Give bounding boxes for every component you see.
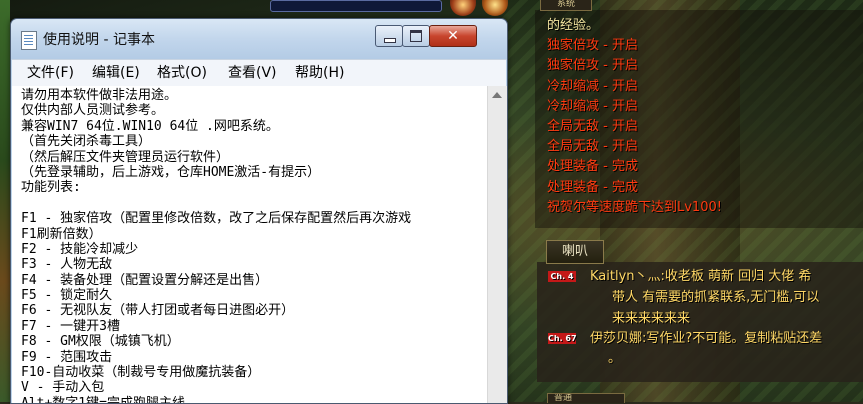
text-editor[interactable]: 请勿用本软件做非法用途。 仅供内部人员测试参考。 兼容WIN7 64位.WIN10 … [12,86,487,403]
document-line: 功能列表: [21,180,81,196]
notepad-icon [21,31,37,50]
system-message-line: 全局无敌 - 开启 [547,139,638,155]
document-line: （首先关闭杀毒工具） [21,134,152,150]
hud-bar[interactable] [270,0,442,12]
menu-edit[interactable]: 编辑(E) [92,64,140,82]
system-message-line: 处理装备 - 完成 [547,159,638,175]
close-button[interactable]: ✕ [429,25,477,47]
document-line: F6 - 无视队友（带人打团或者每日进图必开） [21,303,295,319]
system-message-line: 的经验。 [547,18,600,33]
menu-help[interactable]: 帮助(H) [295,64,344,82]
document-line: F9 - 范围攻击 [21,349,113,365]
system-message-line: 独家倍攻 - 开启 [547,58,638,74]
system-message-list: 的经验。独家倍攻 - 开启 独家倍攻 - 开启 冷却缩减 - 开启 冷却缩减 - 开启… [547,16,863,218]
document-line: V - 手动入包 [21,380,105,396]
system-message-line: 祝贺尔等速度跪下达到Lv100! [547,199,722,215]
menu-format[interactable]: 格式(O) [157,64,207,82]
maximize-icon [410,30,422,42]
channel-badge: Ch. 67 [548,333,577,344]
document-line: （然后解压文件夹管理员运行软件） [21,149,230,165]
system-message-line: 独家倍攻 - 开启 [547,38,638,54]
system-message-line: 处理装备 - 完成 [547,179,638,195]
vertical-scrollbar[interactable] [487,86,507,403]
document-line: （先登录辅助，后上游戏，仓库HOME激活-有提示） [21,164,321,180]
document-line: F1刷新倍数） [21,226,102,242]
document-line: F7 - 一键开3槽 [21,318,120,334]
document-line: F2 - 技能冷却减少 [21,241,139,257]
document-line: F5 - 锁定耐久 [21,288,113,304]
title-bar[interactable]: 使用说明 - 记事本 ✕ [11,19,507,59]
document-lines: 请勿用本软件做非法用途。 仅供内部人员测试参考。 兼容WIN7 64位.WIN10 … [21,88,411,403]
maximize-button[interactable] [402,25,430,47]
hud-orb-icon[interactable] [450,0,476,16]
horn-message-text: 伊莎贝娜:写作业?不可能。复制粘贴还差 [590,331,823,346]
horn-message-continuation: 来来来来来来 [612,311,691,326]
horn-message-continuation: 带人 有需要的抓紧联系,无门槛,可以 [612,290,820,305]
game-edge-strip [0,0,10,402]
document-line: F1 - 独家倍攻（配置里修改倍数，改了之后保存配置然后再次游戏 [21,211,412,227]
document-line: F10-自动收菜（制裁号专用做魔抗装备） [21,365,261,381]
hud-orb-icon[interactable] [482,0,508,16]
horn-tab[interactable]: 喇叭 [546,240,604,264]
document-line: 兼容WIN7 64位.WIN10 64位 .网吧系统。 [21,118,279,134]
menu-file[interactable]: 文件(F) [27,64,74,82]
horn-message: Ch. 67 伊莎贝娜:写作业?不可能。复制粘贴还差 [548,329,822,349]
menu-bar: 文件(F) 编辑(E) 格式(O) 查看(V) 帮助(H) [12,59,506,87]
system-message-line: 冷却缩减 - 开启 [547,78,638,94]
document-line: F4 - 装备处理（配置设置分解还是出售） [21,272,269,288]
scroll-up-icon[interactable] [492,92,502,98]
horn-message: Ch. 4 Kaitlyn丶灬:收老板 萌新 回归 大佬 希 [548,267,811,287]
document-line: 请勿用本软件做非法用途。 [21,88,178,103]
document-line: F3 - 人物无敌 [21,257,113,273]
system-message-line: 冷却缩减 - 开启 [547,98,638,114]
minimize-icon [384,38,396,43]
document-line [21,196,411,211]
notepad-window: 使用说明 - 记事本 ✕ 文件(F) 编辑(E) 格式(O) 查看(V) 帮助(… [10,18,508,404]
window-title: 使用说明 - 记事本 [43,32,155,48]
minimize-button[interactable] [375,25,403,47]
document-line: F8 - GM权限（城镇飞机） [21,334,180,350]
top-hud [270,0,530,16]
horn-message-text: Kaitlyn丶灬:收老板 萌新 回归 大佬 希 [590,269,812,284]
close-icon: ✕ [447,28,459,44]
system-tab[interactable]: 系统 [540,0,592,11]
system-message-line: 全局无敌 - 开启 [547,119,638,135]
horn-message-continuation: 。 [608,351,622,366]
menu-view[interactable]: 查看(V) [228,64,277,82]
channel-badge: Ch. 4 [548,271,576,282]
document-line: 仅供内部人员测试参考。 [21,103,165,119]
